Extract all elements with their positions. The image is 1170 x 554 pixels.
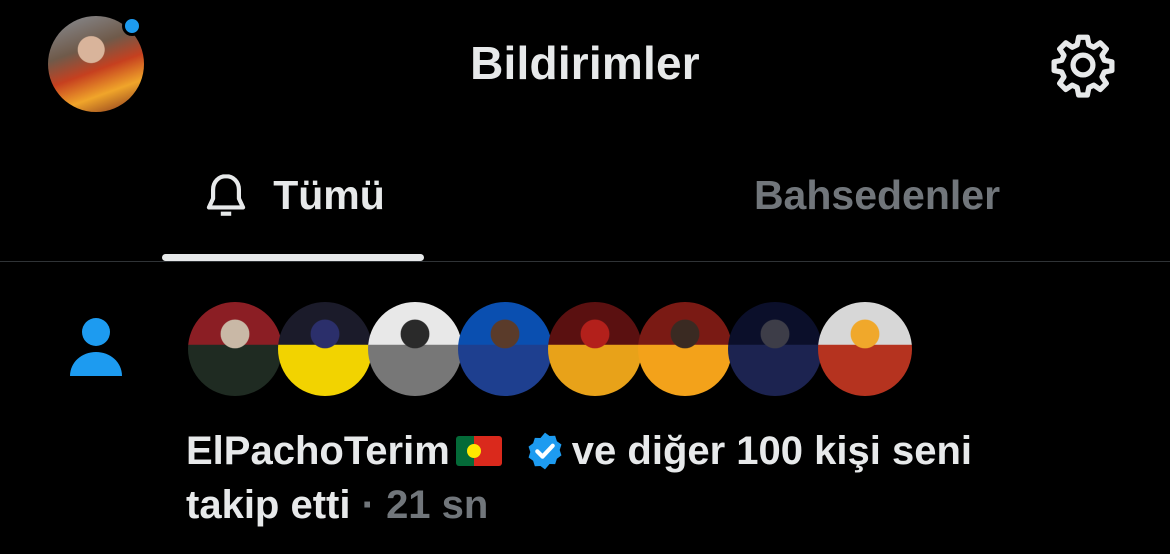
notification-item[interactable]: ElPachoTerim ve diğer 100 kişi seni taki… bbox=[0, 262, 1170, 554]
tab-all-label: Tümü bbox=[273, 172, 385, 218]
portugal-flag-icon bbox=[455, 436, 502, 466]
avatar-1[interactable] bbox=[188, 302, 282, 396]
avatar-8[interactable] bbox=[818, 302, 912, 396]
unread-indicator bbox=[122, 16, 142, 36]
person-icon bbox=[70, 318, 122, 376]
settings-button[interactable] bbox=[1048, 30, 1118, 100]
avatar-7[interactable] bbox=[728, 302, 822, 396]
tab-all[interactable]: Tümü bbox=[162, 130, 424, 261]
avatar-3[interactable] bbox=[368, 302, 462, 396]
tab-mentions-label: Bahsedenler bbox=[753, 172, 1001, 218]
notification-message-line2: takip etti bbox=[186, 483, 351, 527]
gear-icon bbox=[1051, 34, 1115, 98]
avatar-6[interactable] bbox=[638, 302, 732, 396]
avatar-4[interactable] bbox=[458, 302, 552, 396]
avatar-5[interactable] bbox=[548, 302, 642, 396]
active-tab-indicator bbox=[162, 254, 424, 261]
timestamp: 21 sn bbox=[386, 483, 489, 527]
notification-text: ElPachoTerim ve diğer 100 kişi seni taki… bbox=[186, 424, 1086, 532]
meta-separator: · bbox=[361, 483, 375, 527]
bell-icon bbox=[207, 173, 246, 216]
notification-message: ve diğer 100 kişi seni bbox=[571, 429, 973, 473]
verified-badge-icon bbox=[528, 432, 562, 470]
header: Bildirimler bbox=[0, 0, 1170, 130]
username-link[interactable]: ElPachoTerim bbox=[186, 429, 450, 473]
tab-bar: Tümü Bahsedenler bbox=[0, 130, 1170, 262]
avatar-2[interactable] bbox=[278, 302, 372, 396]
tab-mentions[interactable]: Bahsedenler bbox=[662, 130, 1092, 261]
page-title: Bildirimler bbox=[470, 37, 700, 89]
